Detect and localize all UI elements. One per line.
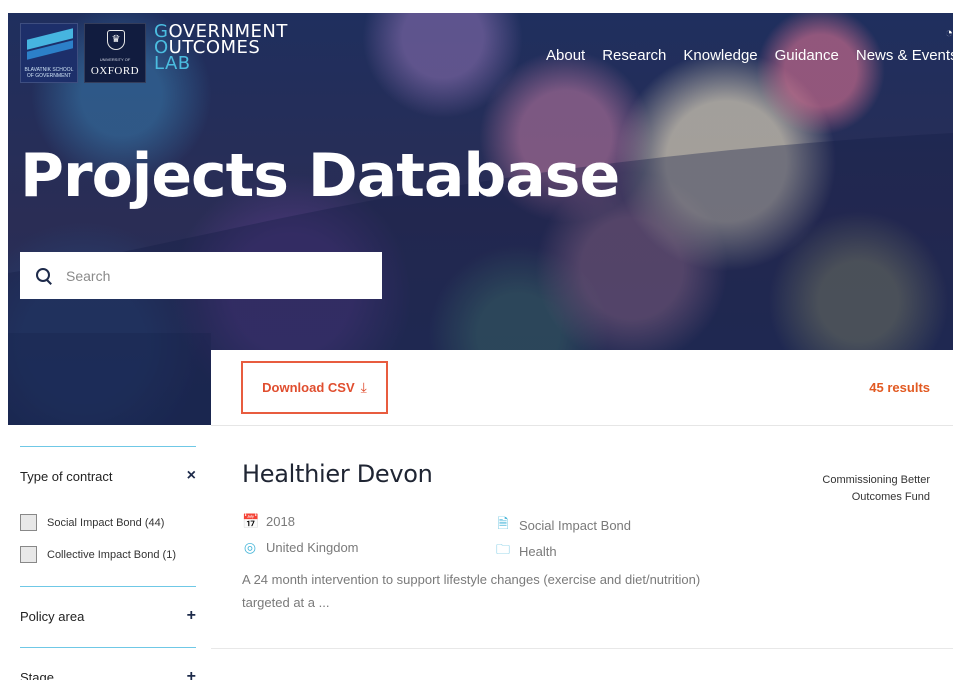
oxford-logo: ♛ UNIVERSITY OF OXFORD xyxy=(84,23,146,83)
filter-option-label: Social Impact Bond (44) xyxy=(47,516,165,529)
golab-wordmark: GOVERNMENT OUTCOMES LAB xyxy=(154,23,288,74)
location-pin-icon: ◎ xyxy=(243,539,257,555)
search-box[interactable] xyxy=(20,252,382,299)
filter-option-cib[interactable]: Collective Impact Bond (1) xyxy=(20,546,176,563)
project-policy-area: 🗀 Health xyxy=(495,539,557,563)
filter-type-of-contract[interactable]: Type of contract × xyxy=(20,467,196,485)
filter-option-sib[interactable]: Social Impact Bond (44) xyxy=(20,514,164,531)
site-logo[interactable]: BLAVATNIK SCHOOL OF GOVERNMENT ♛ UNIVERS… xyxy=(20,23,288,83)
project-funder: Commissioning Better Outcomes Fund xyxy=(822,474,930,503)
filter-divider xyxy=(20,647,196,648)
project-contract-type: 🗎 Social Impact Bond xyxy=(495,513,631,537)
project-year: 📅 2018 xyxy=(242,513,295,530)
nav-about[interactable]: About xyxy=(546,47,585,64)
filter-divider xyxy=(20,586,196,587)
nav-research[interactable]: Research xyxy=(602,47,666,64)
checkbox[interactable] xyxy=(20,546,37,563)
checkbox[interactable] xyxy=(20,514,37,531)
search-icon xyxy=(36,267,52,284)
project-card[interactable]: Healthier Devon Commissioning Better Out… xyxy=(211,427,953,649)
plus-icon[interactable]: + xyxy=(187,607,196,625)
calendar-icon: 📅 xyxy=(242,513,260,529)
oxford-logo-name: OXFORD xyxy=(90,65,140,77)
filter-title: Type of contract xyxy=(20,468,113,484)
filter-sidebar: Type of contract × Social Impact Bond (4… xyxy=(8,425,211,680)
project-country: ◎ United Kingdom xyxy=(242,539,359,556)
project-contract-type-text: Social Impact Bond xyxy=(519,517,632,533)
folder-icon: 🗀 xyxy=(496,541,510,557)
plus-icon[interactable]: + xyxy=(187,668,196,680)
golab-word-lab: LAB xyxy=(154,53,191,74)
project-year-text: 2018 xyxy=(266,514,295,529)
download-csv-button[interactable]: Download CSV ⤓ xyxy=(241,361,388,414)
filter-option-label: Collective Impact Bond (1) xyxy=(47,548,176,561)
project-policy-area-text: Health xyxy=(519,543,557,559)
filter-title: Stage xyxy=(20,669,54,680)
nav-news-events[interactable]: News & Events xyxy=(856,47,953,64)
blavatnik-logo-text: BLAVATNIK SCHOOL OF GOVERNMENT xyxy=(24,67,74,79)
main-nav: About Research Knowledge Guidance News &… xyxy=(546,47,953,64)
filter-divider xyxy=(20,446,196,447)
nav-guidance[interactable]: Guidance xyxy=(775,47,839,64)
blavatnik-logo: BLAVATNIK SCHOOL OF GOVERNMENT xyxy=(20,23,78,83)
page-title: Projects Database xyxy=(20,141,620,211)
close-icon[interactable]: × xyxy=(187,467,196,485)
results-count: 45 results xyxy=(869,380,930,395)
oxford-crest-icon: ♛ xyxy=(107,30,125,50)
filter-title: Policy area xyxy=(20,608,85,624)
download-arrow-icon: ⤓ xyxy=(360,379,367,395)
header-search-icon[interactable]: ◔ xyxy=(945,25,953,40)
nav-knowledge[interactable]: Knowledge xyxy=(683,47,757,64)
project-country-text: United Kingdom xyxy=(266,540,359,555)
results-panel: Download CSV ⤓ 45 results Healthier Devo… xyxy=(211,350,953,680)
results-toolbar: Download CSV ⤓ 45 results xyxy=(211,350,953,426)
document-icon: 🗎 xyxy=(497,515,509,531)
download-csv-label: Download CSV xyxy=(262,380,355,395)
oxford-logo-small: UNIVERSITY OF xyxy=(99,57,131,62)
project-description: A 24 month intervention to support lifes… xyxy=(242,572,701,610)
filter-stage[interactable]: Stage + xyxy=(20,668,196,680)
project-title[interactable]: Healthier Devon xyxy=(242,460,433,488)
search-input[interactable] xyxy=(66,267,346,284)
filter-policy-area[interactable]: Policy area + xyxy=(20,607,196,625)
